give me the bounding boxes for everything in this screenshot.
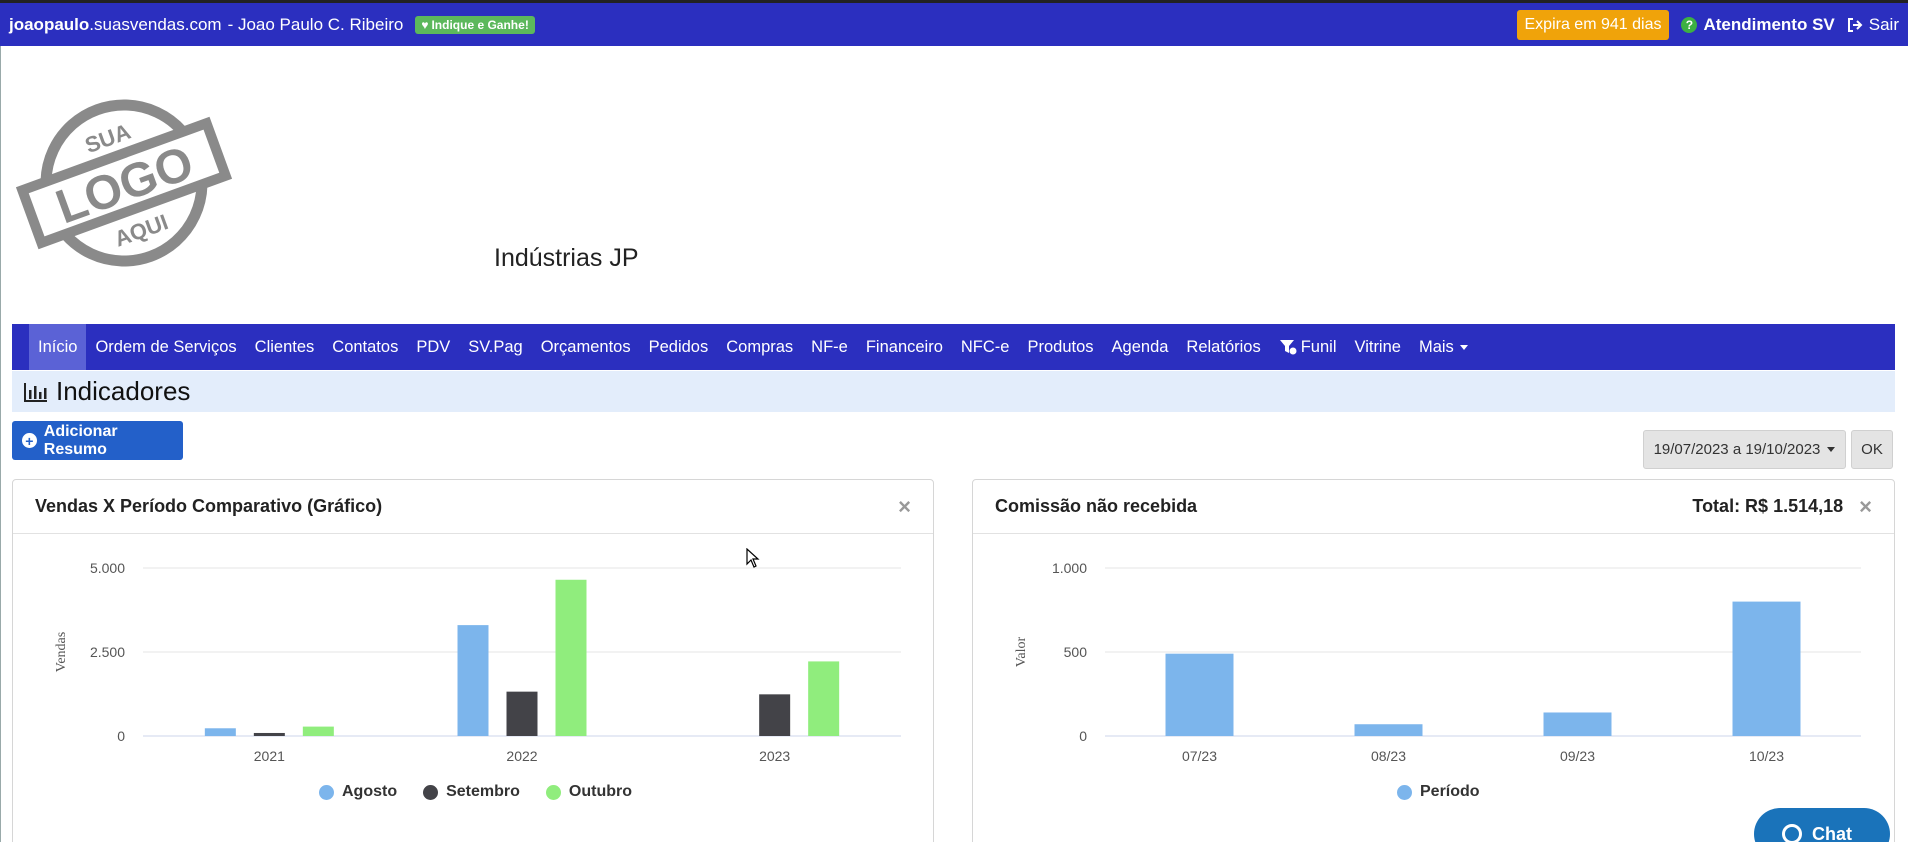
add-resumo-button[interactable]: + Adicionar Resumo xyxy=(12,421,183,460)
top-bar: joaopaulo.suasvendas.com - Joao Paulo C.… xyxy=(0,0,1908,46)
x-tick-label: 09/23 xyxy=(1560,748,1595,764)
nav-item-clientes[interactable]: Clientes xyxy=(246,324,324,370)
legend-marker xyxy=(423,784,439,800)
nav-item-contatos[interactable]: Contatos xyxy=(323,324,407,370)
atendimento-link[interactable]: ? Atendimento SV xyxy=(1681,15,1835,35)
bar-outubro-2021[interactable] xyxy=(302,726,334,736)
nav-item-financeiro[interactable]: Financeiro xyxy=(857,324,952,370)
bar-período-10/23[interactable] xyxy=(1732,601,1801,736)
nav-item-or-amentos[interactable]: Orçamentos xyxy=(532,324,640,370)
bar-outubro-2022[interactable] xyxy=(555,579,587,736)
nav-item-pdv[interactable]: PDV xyxy=(407,324,459,370)
site-host[interactable]: joaopaulo.suasvendas.com xyxy=(9,15,222,35)
y-axis-label: Vendas xyxy=(54,632,69,672)
nav-item-compras[interactable]: Compras xyxy=(717,324,802,370)
nav-item-mais[interactable]: Mais xyxy=(1410,324,1477,370)
nav-item-relat-rios[interactable]: Relatórios xyxy=(1177,324,1269,370)
main-nav: Início Ordem de Serviços Clientes Contatos P… xyxy=(12,324,1895,370)
nav-item-nf-e[interactable]: NF-e xyxy=(802,324,857,370)
chart-legend: Agosto Setembro Outubro xyxy=(319,783,632,801)
x-tick-label: 2021 xyxy=(254,748,285,764)
top-bar-right: Expira em 941 dias ? Atendimento SV Sair xyxy=(1516,9,1899,40)
expira-badge[interactable]: Expira em 941 dias xyxy=(1516,9,1670,40)
vendas-chart-card: Vendas X Período Comparativo (Gráfico) ×… xyxy=(12,479,934,842)
card-title: Comissão não recebida xyxy=(995,496,1198,516)
x-tick-label: 07/23 xyxy=(1182,748,1217,764)
legend-marker xyxy=(319,784,334,800)
sign-out-icon xyxy=(1847,17,1863,32)
legend-item-período[interactable]: Período xyxy=(1397,783,1480,801)
y-tick-label: 500 xyxy=(1064,644,1088,660)
legend-item-agosto[interactable]: Agosto xyxy=(319,783,397,801)
y-axis-label: Valor xyxy=(1014,637,1029,668)
indique-badge[interactable]: ♥ Indique e Ganhe! xyxy=(415,15,535,34)
chat-button[interactable]: Chat xyxy=(1754,808,1890,842)
legend-item-setembro[interactable]: Setembro xyxy=(423,783,520,801)
nav-item-ordem-de-servi-os[interactable]: Ordem de Serviços xyxy=(86,324,245,370)
legend-marker xyxy=(545,784,561,800)
nav-item-nfc-e[interactable]: NFC-e xyxy=(952,324,1019,370)
nav-item-produtos[interactable]: Produtos xyxy=(1018,324,1102,370)
help-icon: ? xyxy=(1681,16,1698,33)
comissao-chart-card: Comissão não recebida Total: R$ 1.514,18… xyxy=(972,479,1895,842)
bar-setembro-2023[interactable] xyxy=(759,694,791,736)
page-left-border xyxy=(0,46,1,842)
bar-período-08/23[interactable] xyxy=(1354,724,1423,736)
total-value: Total: R$ 1.514,18 xyxy=(1692,496,1844,516)
company-logo[interactable]: SUA LOGO AQUI xyxy=(14,98,234,268)
caret-down-icon xyxy=(1827,447,1836,452)
card-title: Vendas X Período Comparativo (Gráfico) xyxy=(35,496,383,516)
bar-agosto-2022[interactable] xyxy=(457,625,489,736)
mouse-cursor-icon xyxy=(746,548,760,568)
card-header: Comissão não recebida Total: R$ 1.514,18… xyxy=(973,480,1894,534)
card-header: Vendas X Período Comparativo (Gráfico) × xyxy=(13,480,933,534)
nav-item-pedidos[interactable]: Pedidos xyxy=(640,324,718,370)
section-header: Indicadores xyxy=(12,371,1895,412)
nav-item-sv-pag[interactable]: SV.Pag xyxy=(459,324,531,370)
bar-período-07/23[interactable] xyxy=(1165,653,1234,736)
bar-período-09/23[interactable] xyxy=(1543,712,1612,736)
x-tick-label: 08/23 xyxy=(1371,748,1406,764)
company-name: Indústrias JP xyxy=(494,244,639,272)
y-tick-label: 0 xyxy=(1079,728,1087,744)
legend-item-outubro[interactable]: Outubro xyxy=(545,783,632,801)
legend-marker xyxy=(1397,784,1412,800)
x-tick-label: 10/23 xyxy=(1749,748,1784,764)
plus-circle-icon: + xyxy=(22,433,37,448)
x-tick-label: 2023 xyxy=(759,748,790,764)
y-tick-label: 1.000 xyxy=(1052,560,1087,576)
bar-agosto-2021[interactable] xyxy=(204,728,236,736)
close-icon[interactable]: × xyxy=(1859,494,1872,520)
chat-icon xyxy=(1782,824,1802,842)
caret-down-icon xyxy=(1459,344,1468,350)
y-tick-label: 0 xyxy=(117,728,125,744)
bar-outubro-2023[interactable] xyxy=(808,661,840,736)
ok-button[interactable]: OK xyxy=(1851,430,1893,469)
section-title: Indicadores xyxy=(56,376,191,406)
bar-setembro-2021[interactable] xyxy=(253,732,285,736)
y-tick-label: 5.000 xyxy=(90,560,125,576)
bar-chart-icon xyxy=(24,382,47,402)
y-tick-label: 2.500 xyxy=(90,644,125,660)
date-range-dropdown[interactable]: 19/07/2023 a 19/10/2023 xyxy=(1643,430,1846,469)
nav-item-funil[interactable]: Funil xyxy=(1270,324,1346,370)
chart-legend: Período xyxy=(1397,783,1480,801)
user-name: - Joao Paulo C. Ribeiro xyxy=(227,14,404,34)
close-icon[interactable]: × xyxy=(898,494,911,520)
heart-icon: ♥ xyxy=(421,17,429,32)
funnel-icon xyxy=(1279,340,1297,355)
nav-item-in-cio[interactable]: Início xyxy=(29,324,87,370)
nav-item-agenda[interactable]: Agenda xyxy=(1103,324,1178,370)
x-tick-label: 2022 xyxy=(506,748,537,764)
nav-item-vitrine[interactable]: Vitrine xyxy=(1345,324,1409,370)
bar-setembro-2022[interactable] xyxy=(506,691,538,736)
logout-link[interactable]: Sair xyxy=(1847,15,1899,35)
